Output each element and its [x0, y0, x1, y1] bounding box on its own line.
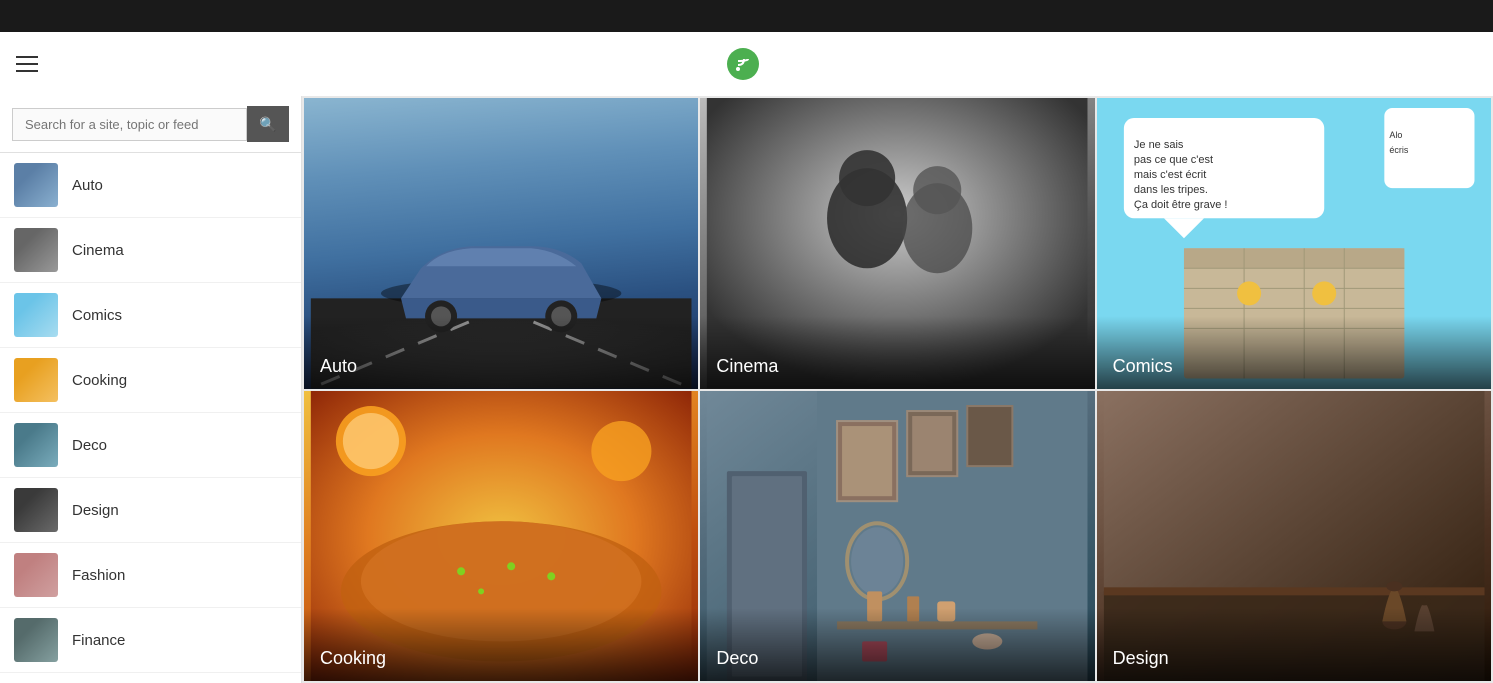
app-container: 🔍 AutoCinemaComicsCookingDecoDesignFashi… — [0, 0, 1493, 683]
search-bar: 🔍 — [0, 96, 301, 153]
sidebar-item-news[interactable]: News — [0, 673, 301, 683]
titlebar-left — [12, 0, 70, 32]
sidebar-thumb-comics — [14, 293, 58, 337]
main-content: 🔍 AutoCinemaComicsCookingDecoDesignFashi… — [0, 96, 1493, 683]
sidebar-thumb-deco — [14, 423, 58, 467]
grid-label-comics: Comics — [1097, 316, 1491, 389]
svg-text:mais c'est écrit: mais c'est écrit — [1134, 169, 1206, 181]
sidebar-thumb-fashion — [14, 553, 58, 597]
close-button[interactable] — [1435, 0, 1481, 32]
grid-item-cooking[interactable]: Cooking — [304, 391, 698, 682]
sidebar-thumb-cinema — [14, 228, 58, 272]
svg-text:Ça doit être grave !: Ça doit être grave ! — [1134, 199, 1228, 211]
sidebar-item-comics[interactable]: Comics — [0, 283, 301, 348]
titlebar — [0, 0, 1493, 32]
search-button[interactable]: 🔍 — [247, 106, 289, 142]
sidebar-label-cooking: Cooking — [72, 372, 127, 389]
header-left — [16, 56, 38, 72]
sidebar-item-cooking[interactable]: Cooking — [0, 348, 301, 413]
sidebar-label-comics: Comics — [72, 307, 122, 324]
grid-item-auto[interactable]: Auto — [304, 98, 698, 389]
app-header — [0, 32, 1493, 96]
sidebar-thumb-auto — [14, 163, 58, 207]
sidebar-thumb-finance — [14, 618, 58, 662]
titlebar-controls — [1335, 0, 1481, 32]
grid-label-cinema: Cinema — [700, 316, 1094, 389]
svg-text:dans les tripes.: dans les tripes. — [1134, 184, 1208, 196]
grid-label-design: Design — [1097, 608, 1491, 681]
sidebar-label-fashion: Fashion — [72, 567, 125, 584]
sidebar-item-auto[interactable]: Auto — [0, 153, 301, 218]
svg-text:pas ce que c'est: pas ce que c'est — [1134, 154, 1213, 166]
feedlab-logo-icon — [727, 48, 759, 80]
grid-label-cooking: Cooking — [304, 608, 698, 681]
svg-text:Alo: Alo — [1389, 130, 1402, 140]
grid-label-deco: Deco — [700, 608, 1094, 681]
grid-label-auto: Auto — [304, 316, 698, 389]
sidebar-label-finance: Finance — [72, 632, 125, 649]
sidebar-item-deco[interactable]: Deco — [0, 413, 301, 478]
hamburger-line — [16, 56, 38, 58]
header-center — [727, 48, 767, 80]
sidebar-thumb-design — [14, 488, 58, 532]
sidebar-label-auto: Auto — [72, 177, 103, 194]
back-button[interactable] — [12, 0, 58, 32]
sidebar-items: Auto Cinema Comics Cooking Deco Design Fashion… — [0, 153, 301, 683]
sidebar-item-fashion[interactable]: Fashion — [0, 543, 301, 608]
sidebar-item-cinema[interactable]: Cinema — [0, 218, 301, 283]
svg-text:écris: écris — [1389, 145, 1409, 155]
sidebar-item-finance[interactable]: Finance — [0, 608, 301, 673]
sidebar-label-cinema: Cinema — [72, 242, 124, 259]
sidebar-thumb-cooking — [14, 358, 58, 402]
grid-item-comics[interactable]: Je ne sais pas ce que c'est mais c'est é… — [1097, 98, 1491, 389]
rss-icon — [733, 54, 753, 74]
sidebar: 🔍 Auto Cinema Comics Cooking Deco Design Fashi… — [0, 96, 302, 683]
sidebar-label-design: Design — [72, 502, 119, 519]
hamburger-menu[interactable] — [16, 56, 38, 72]
grid-item-deco[interactable]: Deco — [700, 391, 1094, 682]
grid-item-cinema[interactable]: Cinema — [700, 98, 1094, 389]
content-grid: Auto Cinema Je ne sais — [302, 96, 1493, 683]
search-icon: 🔍 — [259, 116, 276, 133]
sidebar-label-deco: Deco — [72, 437, 107, 454]
hamburger-line — [16, 63, 38, 65]
hamburger-line — [16, 70, 38, 72]
sidebar-item-design[interactable]: Design — [0, 478, 301, 543]
minimize-button[interactable] — [1335, 0, 1381, 32]
grid-item-design[interactable]: Design — [1097, 391, 1491, 682]
search-input[interactable] — [12, 108, 247, 141]
svg-text:Je ne sais: Je ne sais — [1134, 139, 1184, 151]
maximize-button[interactable] — [1385, 0, 1431, 32]
